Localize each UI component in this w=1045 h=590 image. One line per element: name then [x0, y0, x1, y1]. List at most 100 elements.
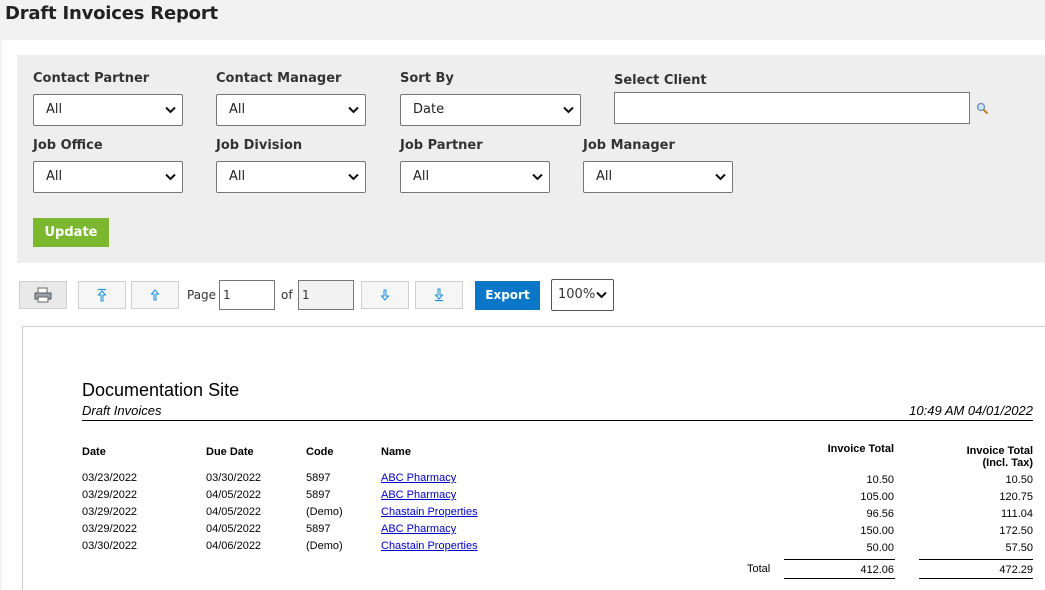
job-office-label: Job Office — [33, 138, 103, 153]
job-division-value: All — [229, 169, 246, 184]
job-partner-select[interactable]: All — [400, 161, 550, 193]
sort-by-label: Sort By — [400, 71, 454, 86]
cell-date: 03/30/2022 — [82, 540, 138, 552]
job-partner-value: All — [413, 169, 430, 184]
cell-due-date: 04/05/2022 — [206, 523, 262, 535]
chevron-down-icon — [596, 291, 607, 299]
printer-icon — [34, 287, 52, 303]
job-manager-label: Job Manager — [583, 138, 675, 153]
chevron-down-icon — [348, 173, 359, 181]
cell-invoice-total-incl-tax: 10.50 — [1005, 474, 1033, 486]
job-manager-select[interactable]: All — [583, 161, 733, 193]
contact-partner-label: Contact Partner — [33, 71, 150, 86]
column-header-due-date: Due Date — [206, 446, 254, 458]
filter-panel — [17, 55, 1045, 263]
total-underline-invoice — [784, 578, 895, 579]
print-button[interactable] — [19, 281, 67, 309]
contact-partner-value: All — [46, 102, 63, 117]
update-button[interactable]: Update — [33, 218, 109, 247]
total-underline-incl-tax — [919, 578, 1033, 579]
column-header-invoice-total: Invoice Total — [827, 443, 894, 455]
cell-date: 03/29/2022 — [82, 523, 138, 535]
report-timestamp: 10:49 AM 04/01/2022 — [909, 403, 1033, 418]
report-subtitle: Draft Invoices — [82, 403, 162, 418]
cell-invoice-total: 96.56 — [866, 508, 894, 520]
page-title: Draft Invoices Report — [5, 3, 218, 24]
chevron-down-icon — [532, 173, 543, 181]
cell-invoice-total-incl-tax: 120.75 — [999, 491, 1033, 503]
contact-manager-select[interactable]: All — [216, 94, 366, 126]
column-header-incl-line1: Invoice Total — [966, 445, 1033, 457]
cell-due-date: 04/05/2022 — [206, 489, 262, 501]
job-partner-label: Job Partner — [400, 138, 483, 153]
cell-code: 5897 — [306, 523, 331, 535]
search-icon[interactable] — [976, 102, 989, 115]
select-client-label: Select Client — [614, 73, 707, 88]
chevron-down-icon — [165, 173, 176, 181]
cell-date: 03/23/2022 — [82, 472, 138, 484]
job-division-select[interactable]: All — [216, 161, 366, 193]
next-page-button[interactable] — [361, 281, 409, 309]
contact-manager-value: All — [229, 102, 246, 117]
select-client-input[interactable] — [614, 92, 970, 124]
cell-due-date: 03/30/2022 — [206, 472, 262, 484]
chevron-down-icon — [348, 106, 359, 114]
column-header-code: Code — [306, 446, 334, 458]
sort-by-select[interactable]: Date — [400, 94, 581, 126]
cell-invoice-total-incl-tax: 111.04 — [1000, 508, 1033, 520]
cell-due-date: 04/06/2022 — [206, 540, 262, 552]
first-page-button[interactable] — [78, 281, 126, 309]
last-page-icon — [434, 288, 444, 302]
chevron-down-icon — [563, 106, 574, 114]
total-divider-invoice — [784, 559, 895, 560]
of-label: of — [281, 288, 293, 302]
cell-invoice-total-incl-tax: 172.50 — [999, 525, 1033, 537]
zoom-value: 100% — [558, 287, 596, 302]
next-page-icon — [380, 289, 390, 301]
contact-manager-label: Contact Manager — [216, 71, 342, 86]
cell-date: 03/29/2022 — [82, 489, 138, 501]
cell-invoice-total: 10.50 — [866, 474, 894, 486]
export-button[interactable]: Export — [475, 281, 540, 310]
total-label: Total — [747, 563, 771, 575]
cell-code: 5897 — [306, 472, 331, 484]
last-page-button[interactable] — [415, 281, 463, 309]
cell-name-link[interactable]: ABC Pharmacy — [381, 523, 456, 535]
cell-date: 03/29/2022 — [82, 506, 138, 518]
cell-invoice-total: 105.00 — [860, 491, 894, 503]
cell-code: (Demo) — [306, 540, 343, 552]
report-organization: Documentation Site — [82, 380, 240, 400]
cell-code: (Demo) — [306, 506, 343, 518]
cell-invoice-total: 50.00 — [866, 542, 894, 554]
contact-partner-select[interactable]: All — [33, 94, 183, 126]
total-divider-incl-tax — [919, 559, 1033, 560]
cell-invoice-total-incl-tax: 57.50 — [1005, 542, 1033, 554]
cell-name-link[interactable]: ABC Pharmacy — [381, 472, 456, 484]
chevron-down-icon — [715, 173, 726, 181]
chevron-down-icon — [165, 106, 176, 114]
total-invoice: 412.06 — [860, 564, 894, 576]
sort-by-value: Date — [413, 102, 445, 117]
cell-due-date: 04/05/2022 — [206, 506, 262, 518]
column-header-name: Name — [381, 446, 411, 458]
job-manager-value: All — [596, 169, 613, 184]
cell-name-link[interactable]: Chastain Properties — [381, 506, 478, 518]
cell-name-link[interactable]: Chastain Properties — [381, 540, 478, 552]
page-number-input[interactable]: 1 — [219, 280, 275, 310]
page-label: Page — [187, 288, 217, 302]
column-header-invoice-total-incl-tax: Invoice Total (Incl. Tax) — [922, 445, 1033, 469]
job-office-value: All — [46, 169, 63, 184]
zoom-select[interactable]: 100% — [551, 279, 614, 311]
header-divider — [82, 420, 1033, 421]
previous-page-icon — [150, 289, 160, 301]
cell-name-link[interactable]: ABC Pharmacy — [381, 489, 456, 501]
cell-invoice-total: 150.00 — [860, 525, 894, 537]
report-viewer: Documentation Site Draft Invoices 10:49 … — [22, 326, 1045, 590]
total-invoice-incl-tax: 472.29 — [999, 564, 1033, 576]
column-header-date: Date — [82, 446, 106, 458]
previous-page-button[interactable] — [131, 281, 179, 309]
cell-code: 5897 — [306, 489, 331, 501]
job-office-select[interactable]: All — [33, 161, 183, 193]
job-division-label: Job Division — [216, 138, 303, 153]
total-pages-field: 1 — [298, 280, 354, 310]
